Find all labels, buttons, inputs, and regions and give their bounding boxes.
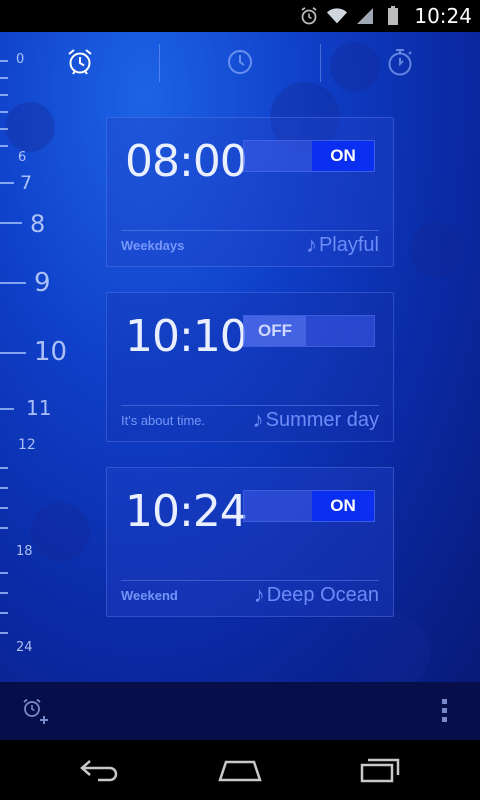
timeline-label: 18 — [16, 544, 33, 559]
toggle-label: ON — [312, 141, 374, 171]
alarm-icon — [298, 5, 320, 27]
alarm-label: Weekdays — [121, 238, 185, 253]
timeline-tick — [0, 222, 22, 224]
timeline-tick — [0, 60, 8, 62]
status-time: 10:24 — [414, 4, 472, 28]
timeline-tick — [0, 632, 8, 634]
bottom-action-bar — [0, 682, 480, 740]
alarm-label: It's about time. — [121, 413, 206, 428]
wifi-icon — [326, 5, 348, 27]
add-alarm-button[interactable] — [20, 696, 50, 726]
timeline-tick — [0, 128, 8, 130]
alarm-toggle[interactable]: OFF — [243, 315, 375, 347]
card-divider — [121, 580, 379, 581]
timeline-tick — [0, 612, 8, 614]
card-divider — [121, 405, 379, 406]
add-alarm-icon — [23, 698, 48, 724]
tab-clock[interactable] — [224, 46, 256, 78]
alarm-sound-name: Deep Ocean — [266, 583, 379, 606]
tab-divider — [320, 44, 321, 82]
timeline-tick — [0, 111, 8, 113]
background-bubble — [410, 222, 465, 277]
timeline-tick — [0, 352, 26, 354]
timeline-tick — [0, 592, 8, 594]
card-divider — [121, 230, 379, 231]
clock-icon — [228, 50, 252, 74]
navigation-bar — [0, 740, 480, 800]
back-button[interactable] — [70, 752, 130, 788]
timeline-tick — [0, 145, 8, 147]
back-icon — [80, 760, 118, 782]
timeline-label: 7 — [20, 172, 33, 194]
timeline-label: 12 — [18, 437, 36, 453]
recents-icon — [360, 758, 400, 783]
timeline-tick — [0, 507, 8, 509]
status-bar: 10:24 — [0, 0, 480, 32]
music-note-icon: ♪ — [305, 232, 317, 257]
alarm-app: 0 6 7 8 9 10 11 12 18 24 08:00 ON Weekda… — [0, 32, 480, 682]
alarm-time: 08:00 — [125, 136, 248, 187]
timeline-tick — [0, 282, 26, 284]
battery-icon — [382, 5, 404, 27]
timeline-tick — [0, 182, 14, 184]
timeline-label: 11 — [26, 396, 52, 420]
timeline-label: 6 — [18, 150, 27, 165]
alarm-card[interactable]: 10:10 OFF It's about time. ♪ Summer day — [106, 292, 394, 442]
alarm-sound: ♪ Summer day — [253, 407, 379, 433]
alarm-toggle[interactable]: ON — [243, 490, 375, 522]
timeline-label: 24 — [16, 640, 33, 655]
timeline-tick — [0, 94, 8, 96]
stopwatch-icon — [388, 49, 412, 76]
background-bubble — [350, 612, 430, 682]
home-button[interactable] — [210, 752, 270, 788]
toggle-label: OFF — [244, 316, 306, 346]
alarm-card[interactable]: 10:24 ON Weekend ♪ Deep Ocean — [106, 467, 394, 617]
timeline-tick — [0, 467, 8, 469]
timeline-tick — [0, 527, 8, 529]
recents-button[interactable] — [350, 752, 410, 788]
overflow-menu-icon — [442, 699, 447, 722]
tab-stopwatch[interactable] — [384, 46, 416, 78]
alarm-toggle[interactable]: ON — [243, 140, 375, 172]
alarm-sound-name: Summer day — [265, 408, 379, 431]
signal-icon — [354, 5, 376, 27]
timeline-tick — [0, 572, 8, 574]
alarm-time: 10:24 — [125, 486, 248, 537]
timeline-tick — [0, 408, 14, 410]
timeline-tick — [0, 487, 8, 489]
alarm-label: Weekend — [121, 588, 178, 603]
alarm-card[interactable]: 08:00 ON Weekdays ♪ Playful — [106, 117, 394, 267]
timeline-label: 10 — [34, 337, 68, 367]
timeline-label: 9 — [34, 268, 51, 298]
music-note-icon: ♪ — [253, 582, 265, 607]
timeline-tick — [0, 77, 8, 79]
timeline-label: 8 — [30, 210, 46, 238]
day-timeline[interactable]: 0 6 7 8 9 10 11 12 18 24 — [0, 32, 70, 682]
toggle-label: ON — [312, 491, 374, 521]
alarm-time: 10:10 — [125, 311, 248, 362]
status-icons: 10:24 — [298, 0, 472, 32]
alarm-sound-name: Playful — [318, 233, 379, 256]
home-icon — [218, 760, 262, 782]
tab-bar — [0, 32, 480, 94]
alarm-sound: ♪ Playful — [306, 232, 379, 258]
music-note-icon: ♪ — [252, 407, 264, 432]
timeline-label: 0 — [16, 52, 25, 67]
tab-divider — [159, 44, 160, 82]
overflow-menu-button[interactable] — [438, 696, 452, 726]
alarm-sound: ♪ Deep Ocean — [254, 582, 379, 608]
